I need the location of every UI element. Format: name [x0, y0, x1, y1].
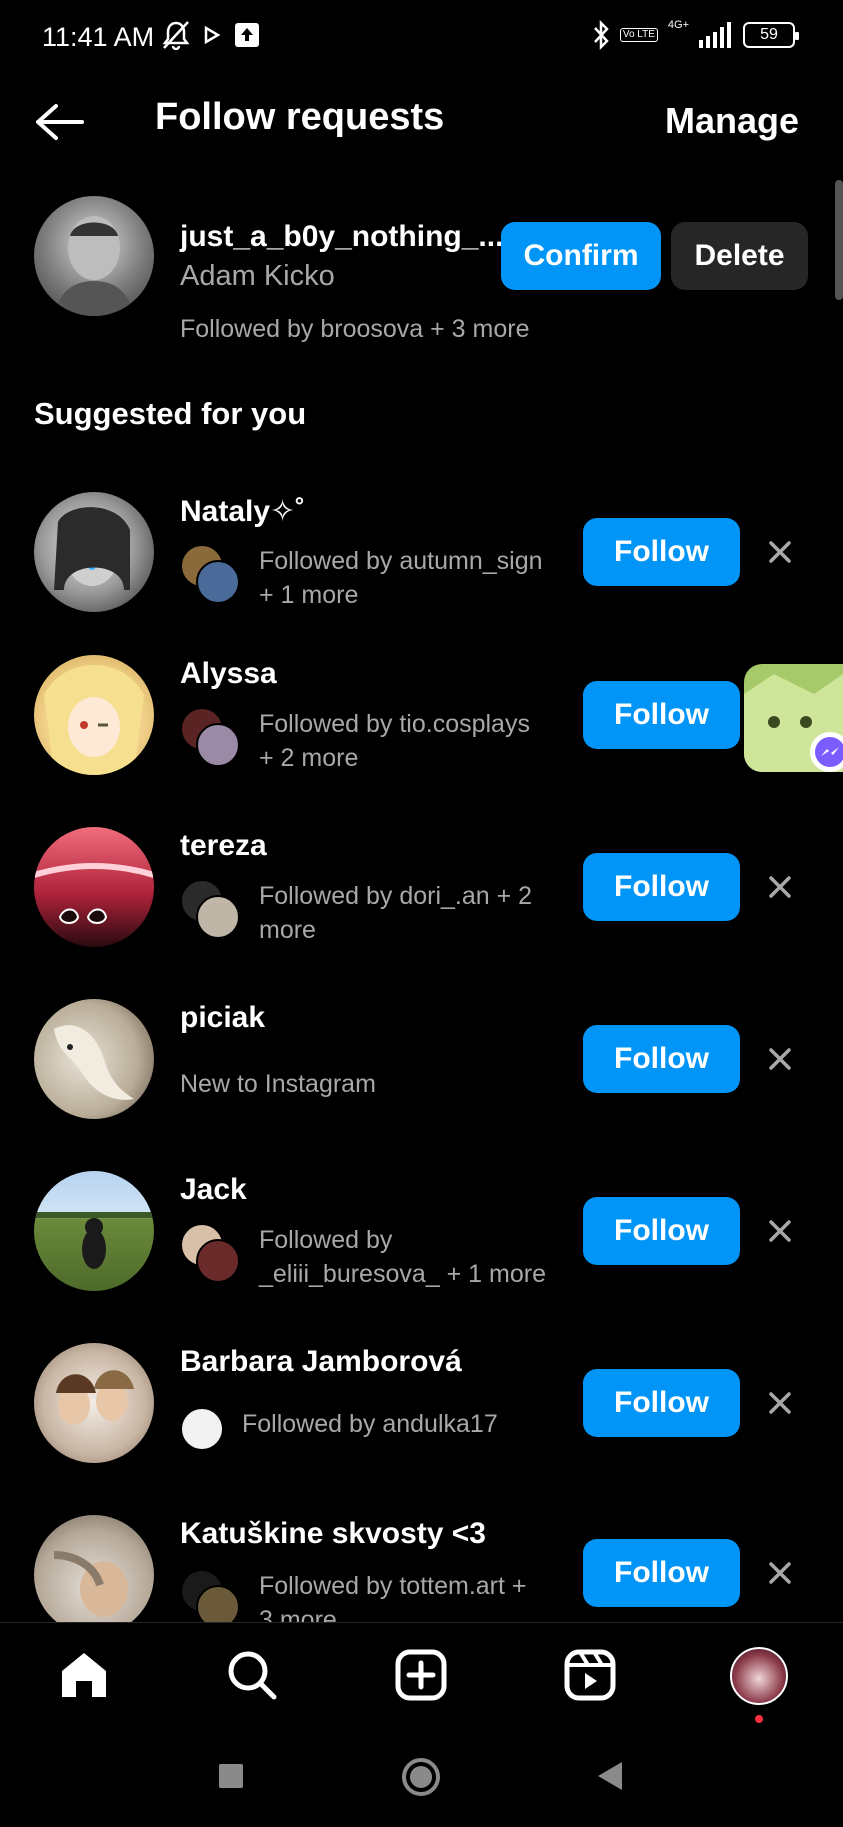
suggestion-row: Nataly✧˚ Followed by autumn_sign + 1 mor…	[0, 492, 843, 632]
suggestion-context-more: + 2 more	[259, 744, 359, 772]
avatar[interactable]	[34, 196, 154, 316]
create-icon[interactable]	[393, 1647, 449, 1703]
avatar-photo	[54, 507, 130, 590]
bluetooth-icon	[593, 20, 609, 50]
avatar-photo	[56, 1370, 134, 1425]
mutual-avatar	[196, 895, 240, 939]
home-circle-icon[interactable]	[400, 1756, 442, 1798]
bottom-nav	[0, 1622, 843, 1726]
manage-button[interactable]: Manage	[665, 100, 799, 142]
confirm-button[interactable]: Confirm	[501, 222, 661, 290]
suggestion-username[interactable]: piciak	[180, 1001, 265, 1035]
delete-button[interactable]: Delete	[671, 222, 808, 290]
suggestion-row: Barbara Jamborová Followed by andulka17 …	[0, 1343, 843, 1483]
follow-button[interactable]: Follow	[583, 1539, 740, 1607]
dismiss-icon[interactable]	[764, 1215, 796, 1247]
avatar-photo	[34, 1212, 154, 1269]
request-full-name: Adam Kicko	[180, 260, 335, 292]
avatar-photo	[44, 665, 144, 775]
suggestion-context: Followed by	[259, 1226, 393, 1254]
floating-chat-bubble[interactable]	[744, 664, 843, 772]
play-store-icon	[204, 26, 220, 44]
avatar-photo	[53, 1551, 128, 1617]
suggestion-context: Followed by tottem.art +	[259, 1572, 527, 1600]
suggestion-row: Alyssa Followed by tio.cosplays + 2 more…	[0, 655, 843, 795]
profile-avatar[interactable]	[730, 1647, 788, 1705]
section-title: Suggested for you	[34, 396, 307, 431]
avatar[interactable]	[34, 1515, 154, 1622]
avatar[interactable]	[34, 1171, 154, 1291]
bell-muted-icon	[162, 21, 190, 50]
mutual-avatar	[196, 1239, 240, 1283]
suggestion-context: Followed by dori_.an + 2	[259, 882, 533, 910]
suggestion-context-more: more	[259, 916, 316, 944]
suggestion-context: Followed by autumn_sign	[259, 547, 543, 575]
avatar[interactable]	[34, 999, 154, 1119]
avatar[interactable]	[34, 1343, 154, 1463]
upload-icon	[235, 23, 259, 47]
follow-request-row: just_a_b0y_nothing_... Adam Kicko Follow…	[0, 196, 843, 346]
avatar-photo	[54, 1025, 134, 1100]
suggestion-context-more: 3 more	[259, 1606, 337, 1622]
back-triangle-icon[interactable]	[596, 1760, 624, 1792]
suggestion-username[interactable]: Nataly✧˚	[180, 494, 305, 529]
battery-icon: 59	[743, 22, 799, 48]
follow-button[interactable]: Follow	[583, 1197, 740, 1265]
suggestion-context-more: + 1 more	[259, 581, 359, 609]
dismiss-icon[interactable]	[764, 1557, 796, 1589]
follow-button[interactable]: Follow	[583, 518, 740, 586]
suggestion-username[interactable]: Jack	[180, 1173, 247, 1207]
reels-icon[interactable]	[562, 1647, 618, 1703]
home-icon[interactable]	[56, 1647, 112, 1703]
dismiss-icon[interactable]	[764, 536, 796, 568]
suggestion-username[interactable]: Alyssa	[180, 657, 277, 691]
system-nav	[0, 1726, 843, 1827]
avatar[interactable]	[34, 655, 154, 775]
page-title: Follow requests	[155, 96, 445, 138]
suggestion-context-more: _eliii_buresova_ + 1 more	[259, 1260, 546, 1288]
request-followed-by: Followed by broosova + 3 more	[180, 315, 530, 343]
suggestion-row: Jack Followed by _eliii_buresova_ + 1 mo…	[0, 1171, 843, 1311]
status-bar: 11:41 AM Vo LTE 4G+ 59	[0, 0, 843, 72]
suggestion-username[interactable]: Katuškine skvosty <3	[180, 1517, 486, 1551]
back-arrow-icon[interactable]	[34, 102, 84, 142]
follow-button[interactable]: Follow	[583, 681, 740, 749]
avatar[interactable]	[34, 492, 154, 612]
mutual-avatar	[196, 723, 240, 767]
suggestion-row: piciak New to Instagram Follow	[0, 999, 843, 1139]
volte-badge: Vo LTE	[619, 28, 658, 42]
signal-icon	[699, 22, 731, 48]
mutual-avatar	[196, 1585, 240, 1622]
avatar-photo	[54, 216, 134, 316]
avatar[interactable]	[34, 827, 154, 947]
search-icon[interactable]	[224, 1647, 280, 1703]
suggestion-context: Followed by tio.cosplays	[259, 710, 530, 738]
mutual-avatar	[180, 1407, 224, 1451]
network-type: 4G+	[667, 19, 689, 31]
dismiss-icon[interactable]	[764, 1387, 796, 1419]
suggestion-username[interactable]: tereza	[180, 829, 267, 863]
follow-button[interactable]: Follow	[583, 1025, 740, 1093]
avatar-photo	[34, 863, 154, 924]
mutual-avatar	[196, 560, 240, 604]
dismiss-icon[interactable]	[764, 1043, 796, 1075]
recents-square-icon[interactable]	[217, 1762, 245, 1790]
dismiss-icon[interactable]	[764, 871, 796, 903]
header: Follow requests Manage	[0, 82, 843, 162]
follow-button[interactable]: Follow	[583, 1369, 740, 1437]
suggestion-username[interactable]: Barbara Jamborová	[180, 1345, 462, 1379]
follow-button[interactable]: Follow	[583, 853, 740, 921]
suggestion-context: New to Instagram	[180, 1070, 376, 1098]
request-username[interactable]: just_a_b0y_nothing_...	[180, 220, 503, 254]
suggestion-context: Followed by andulka17	[242, 1410, 498, 1438]
suggestion-row: Katuškine skvosty <3 Followed by tottem.…	[0, 1515, 843, 1622]
battery-level: 59	[760, 26, 778, 43]
notification-dot	[755, 1715, 763, 1723]
messenger-icon	[810, 732, 843, 772]
status-time: 11:41 AM	[42, 22, 155, 52]
suggestion-row: tereza Followed by dori_.an + 2 more Fol…	[0, 827, 843, 967]
